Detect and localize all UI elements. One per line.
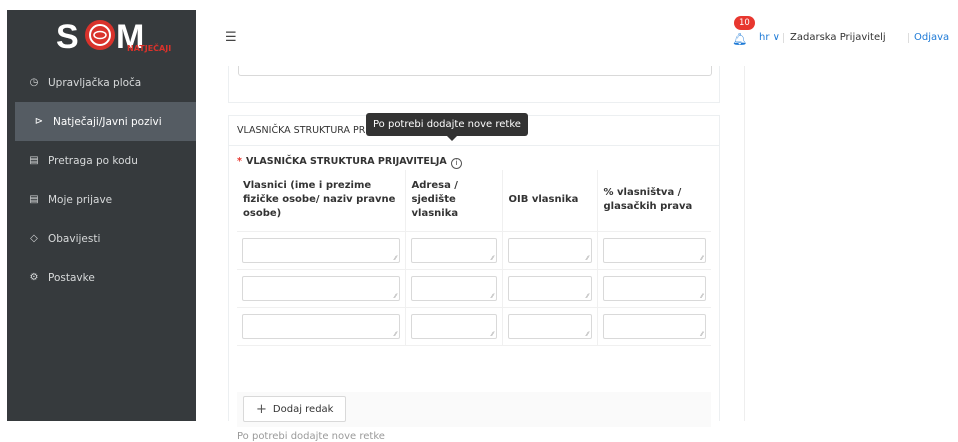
sidebar-item-calls[interactable]: ⊳ Natječaji/Javni pozivi (15, 102, 196, 141)
logo-subtitle: NATJEČAJI (127, 44, 172, 53)
sidebar-item-label: Natječaji/Javni pozivi (53, 115, 162, 128)
dashboard-icon: ◷ (29, 77, 39, 88)
sidebar-item-label: Upravljačka ploča (48, 76, 142, 89)
right-column-divider (744, 66, 745, 421)
info-icon[interactable]: i (450, 158, 462, 169)
sidebar-item-label: Pretraga po kodu (48, 154, 138, 167)
bell-icon: ◇ (30, 233, 38, 244)
sidebar-item-settings[interactable]: ⚙ Postavke (7, 258, 196, 297)
help-tooltip: Po potrebi dodajte nove retke (366, 113, 528, 141)
language-selector[interactable]: hr ∨ (759, 32, 780, 43)
oib-field[interactable] (507, 275, 592, 301)
sidebar-item-label: Postavke (48, 271, 95, 284)
add-row-label: Dodaj redak (272, 403, 334, 415)
notification-bell-icon[interactable]: 🔔︎ (732, 32, 747, 46)
logout-link[interactable]: Odjava (914, 32, 949, 43)
add-row-container: + Dodaj redak (237, 392, 711, 427)
address-field[interactable] (410, 313, 497, 339)
sidebar-item-label: Obavijesti (48, 232, 101, 245)
table-header-row: Vlasnici (ime i prezime fizičke osobe/ n… (237, 170, 711, 232)
svg-text:S: S (56, 18, 79, 56)
address-field[interactable] (410, 237, 497, 263)
notification-badge: 10 (734, 16, 755, 30)
file-search-icon: ▤ (29, 155, 39, 166)
divider (229, 145, 719, 146)
divider (908, 33, 909, 43)
divider (783, 33, 784, 43)
table-row (237, 269, 711, 308)
ownership-structure-card: VLASNIČKA STRUKTURA PRIJAVITELJA Po potr… (228, 113, 720, 442)
table-row (237, 231, 711, 270)
sidebar-item-search-code[interactable]: ▤ Pretraga po kodu (7, 141, 196, 180)
main-content: VLASNIČKA STRUKTURA PRIJAVITELJA Po potr… (228, 66, 720, 442)
sidebar-item-notifications[interactable]: ◇ Obavijesti (7, 219, 196, 258)
sidebar: S M NATJEČAJI ◷ Upravljačka ploča ⊳ Natj… (7, 10, 196, 421)
file-icon: ▤ (29, 194, 39, 205)
menu-toggle-icon[interactable]: ☰ (225, 30, 237, 45)
oib-field[interactable] (507, 313, 592, 339)
required-marker: * (237, 156, 242, 167)
owner-name-field[interactable] (242, 237, 400, 263)
share-field[interactable] (602, 313, 706, 339)
field-label-text: VLASNIČKA STRUKTURA PRIJAVITELJA (245, 156, 447, 167)
plus-icon: + (256, 401, 267, 417)
help-text: Po potrebi dodajte nove retke (237, 431, 385, 442)
add-row-button[interactable]: + Dodaj redak (243, 396, 347, 422)
ownership-table: Vlasnici (ime i prezime fizičke osobe/ n… (237, 170, 711, 346)
previous-textarea[interactable] (238, 66, 712, 76)
owner-name-field[interactable] (242, 313, 400, 339)
table-row (237, 307, 711, 346)
column-header-oib: OIB vlasnika (502, 170, 598, 232)
oib-field[interactable] (507, 237, 592, 263)
owner-name-field[interactable] (242, 275, 400, 301)
field-label: * VLASNIČKA STRUKTURA PRIJAVITELJA i (237, 156, 462, 169)
column-header-share: % vlasništva / glasačkih prava (597, 170, 711, 232)
sidebar-item-label: Moje prijave (48, 193, 113, 206)
settings-icon: ⚙ (29, 272, 39, 283)
share-field[interactable] (602, 275, 706, 301)
share-field[interactable] (602, 237, 706, 263)
previous-section-card (228, 66, 720, 103)
address-field[interactable] (410, 275, 497, 301)
column-header-address: Adresa / sjedište vlasnika (405, 170, 503, 232)
app-logo[interactable]: S M NATJEČAJI (7, 10, 196, 63)
top-header: ☰ 10 🔔︎ hr ∨ Zadarska Prijavitelj Odjava (196, 10, 958, 66)
sidebar-item-dashboard[interactable]: ◷ Upravljačka ploča (7, 63, 196, 102)
column-header-owners: Vlasnici (ime i prezime fizičke osobe/ n… (237, 170, 406, 232)
sidebar-item-my-applications[interactable]: ▤ Moje prijave (7, 180, 196, 219)
user-name[interactable]: Zadarska Prijavitelj (790, 32, 886, 43)
folder-open-icon: ⊳ (34, 116, 44, 127)
